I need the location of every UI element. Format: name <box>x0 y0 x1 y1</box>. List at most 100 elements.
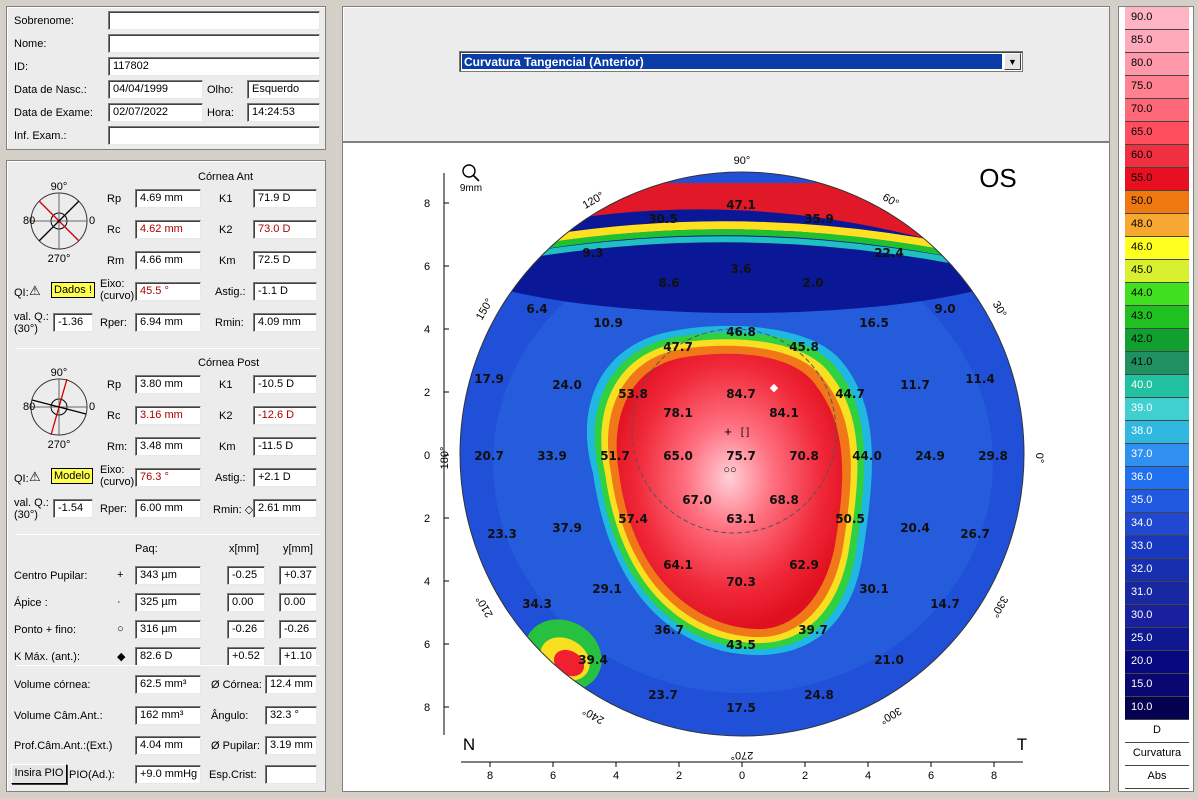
diam-cornea-field: 12.4 mm <box>265 675 317 694</box>
angle-label: 60° <box>880 191 900 210</box>
map-value: 51.7 <box>600 449 630 463</box>
map-type-dropdown[interactable]: Curvatura Tangencial (Anterior) ▼ <box>459 51 1023 72</box>
map-value: 24.0 <box>552 378 582 392</box>
ant-rm-label: Rm <box>107 255 125 267</box>
chevron-down-icon[interactable]: ▼ <box>1004 53 1021 70</box>
map-value: 62.9 <box>789 558 819 572</box>
id-field[interactable]: 117802 <box>108 57 320 76</box>
angle-label: 240° <box>581 704 607 726</box>
post-rc-field: 3.16 mm <box>135 406 201 425</box>
scale-swatch: 33.0 <box>1125 536 1189 559</box>
scale-type[interactable]: Curvatura <box>1125 743 1189 766</box>
curvature-map[interactable]: + [ ] ○○ ◆ 47.1 30.5 35.9 9.3 22.4 8.6 3.6 2.0 6… <box>343 143 1109 791</box>
pachy-row-x: 0.00 <box>227 593 265 612</box>
scale-swatch: 55.0 <box>1125 168 1189 191</box>
exame-field[interactable]: 02/07/2022 <box>108 103 203 122</box>
vol-cam-label: Volume Câm.Ant.: <box>14 710 103 722</box>
magnifier-icon[interactable] <box>462 164 480 182</box>
scale-swatch: 31.0 <box>1125 582 1189 605</box>
map-value: 14.7 <box>930 597 960 611</box>
ant-valq-label-2: (30°) <box>14 323 38 335</box>
map-value: 45.8 <box>789 340 819 354</box>
post-k1-field: -10.5 D <box>253 375 317 394</box>
post-rper-field: 6.00 mm <box>135 499 201 518</box>
angle-label: 270° <box>731 749 754 761</box>
map-header: Curvatura Tangencial (Anterior) ▼ <box>342 6 1110 142</box>
map-panel: + [ ] ○○ ◆ 47.1 30.5 35.9 9.3 22.4 8.6 3.6 2.0 6… <box>342 142 1110 792</box>
pachy-row-symbol: ○ <box>117 623 124 635</box>
pachy-row-paq: 343 µm <box>135 566 201 585</box>
scale-swatch: 34.0 <box>1125 513 1189 536</box>
map-value: 70.8 <box>789 449 819 463</box>
esp-field[interactable] <box>265 765 317 784</box>
map-value: 6.4 <box>526 302 547 316</box>
pachy-row-symbol: + <box>117 569 124 581</box>
pachy-row-y: +0.37 <box>279 566 317 585</box>
y-tick-label: 0 <box>424 450 430 462</box>
pachy-row-paq: 325 µm <box>135 593 201 612</box>
scale-swatch: 80.0 <box>1125 53 1189 76</box>
esp-label: Esp.Crist: <box>209 769 257 781</box>
pachy-row-label: K Máx. (ant.): <box>14 651 81 663</box>
post-rc-label: Rc <box>107 410 121 422</box>
sobrenome-field[interactable] <box>108 11 320 30</box>
ant-km-label: Km <box>219 255 236 267</box>
map-value: 23.7 <box>648 688 678 702</box>
nasc-field[interactable]: 04/04/1999 <box>108 80 203 99</box>
scale-swatch: 75.0 <box>1125 76 1189 99</box>
y-tick-label: 8 <box>424 198 430 210</box>
pachy-row-x: -0.25 <box>227 566 265 585</box>
pachy-row-label: Ápice : <box>14 597 48 609</box>
map-value: 30.5 <box>648 212 678 226</box>
pupil-center-marker: + <box>724 424 732 439</box>
angle-label: 0° <box>1033 453 1045 464</box>
inf-field[interactable] <box>108 126 320 145</box>
scale-swatch: 39.0 <box>1125 398 1189 421</box>
post-ql-badge[interactable]: Modelo <box>51 468 94 484</box>
y-tick-label: 6 <box>424 261 430 273</box>
vol-cam-field: 162 mm³ <box>135 706 201 725</box>
ant-ql-badge[interactable]: Dados ! <box>51 282 95 298</box>
y-tick-label: 8 <box>424 702 430 714</box>
map-value: 33.9 <box>537 449 567 463</box>
angle-label: 180° <box>439 447 451 470</box>
pachy-row-paq: 316 µm <box>135 620 201 639</box>
post-rmin-label: Rmin: ◇ <box>213 504 254 516</box>
scale-swatch: 70.0 <box>1125 99 1189 122</box>
posterior-deg270: 270° <box>48 439 71 451</box>
scale-mode[interactable]: Abs <box>1125 766 1189 789</box>
ant-rp-label: Rp <box>107 193 122 205</box>
post-k2-field: -12.6 D <box>253 406 317 425</box>
anterior-axis-diagram: 90° 270° 0 180 <box>23 181 95 265</box>
ant-valq-field: -1.36 <box>53 313 93 332</box>
anterior-title: Córnea Ant <box>198 171 254 183</box>
scale-swatch: 41.0 <box>1125 352 1189 375</box>
angle-label: 210° <box>474 594 496 620</box>
olho-field[interactable]: Esquerdo <box>247 80 320 99</box>
temporal-label: T <box>1017 735 1027 754</box>
scale-swatch: 43.0 <box>1125 306 1189 329</box>
hora-field[interactable]: 14:24:53 <box>247 103 320 122</box>
map-value: 47.7 <box>663 340 693 354</box>
map-value: 30.1 <box>859 582 889 596</box>
x-tick-label: 2 <box>802 770 808 782</box>
map-value: 29.8 <box>978 449 1008 463</box>
apex-marker: [ ] <box>741 427 750 438</box>
scale-swatch: 65.0 <box>1125 122 1189 145</box>
nome-label: Nome: <box>14 38 47 50</box>
insira-pio-button[interactable]: Insira PIO <box>11 764 67 784</box>
scale-swatch: 40.0 <box>1125 375 1189 398</box>
x-tick-label: 0 <box>739 770 745 782</box>
patient-panel: Sobrenome: Nome: ID: 117802 Data de Nasc… <box>6 6 326 150</box>
map-value: 84.7 <box>726 387 756 401</box>
pio-field[interactable]: +9.0 mmHg <box>135 765 201 784</box>
sobrenome-label: Sobrenome: <box>14 15 74 27</box>
map-type-selected: Curvatura Tangencial (Anterior) <box>462 54 1002 69</box>
ant-rc-label: Rc <box>107 224 121 236</box>
ant-k1-field: 71.9 D <box>253 189 317 208</box>
nome-field[interactable] <box>108 34 320 53</box>
pachy-row-label: Ponto + fino: <box>14 624 77 636</box>
ant-eixo-label-2: (curvo) <box>100 290 135 302</box>
diam-cornea-label: Ø Córnea: <box>211 679 262 691</box>
posterior-deg0: 0 <box>89 401 95 413</box>
